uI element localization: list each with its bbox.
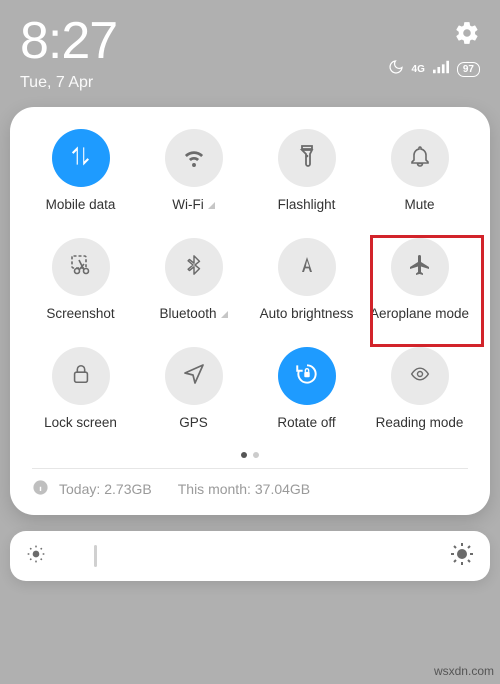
usage-today-label: Today: — [59, 481, 100, 497]
auto-brightness-icon — [295, 253, 319, 282]
brightness-thumb[interactable] — [94, 545, 97, 567]
tile-label: Rotate off — [277, 415, 335, 430]
usage-today-value: 2.73GB — [104, 481, 151, 497]
lock-icon — [70, 362, 92, 391]
tile-gps[interactable]: GPS — [137, 347, 250, 430]
tile-label: Flashlight — [278, 197, 336, 212]
signal-bars-icon — [433, 60, 449, 79]
usage-month-label: This month: — [178, 481, 251, 497]
tile-label: Lock screen — [44, 415, 117, 430]
usage-month-value: 37.04GB — [255, 481, 310, 497]
expand-triangle-icon — [208, 202, 215, 209]
tile-label: Mobile data — [46, 197, 116, 212]
tile-mute[interactable]: Mute — [363, 129, 476, 212]
quick-tiles-grid: Mobile data Wi-Fi Flashlight Mute Screen… — [10, 129, 490, 430]
page-dots — [10, 452, 490, 458]
bell-mute-icon — [408, 144, 432, 173]
bluetooth-icon — [183, 252, 205, 283]
tile-screenshot[interactable]: Screenshot — [24, 238, 137, 321]
data-usage-row[interactable]: Today: 2.73GB This month: 37.04GB — [10, 469, 490, 501]
flashlight-icon — [295, 143, 319, 174]
gps-arrow-icon — [182, 362, 206, 391]
mobile-data-icon — [68, 143, 94, 174]
tile-label: Reading mode — [376, 415, 464, 430]
tile-label: Mute — [404, 197, 434, 212]
tile-lock-screen[interactable]: Lock screen — [24, 347, 137, 430]
tile-label: GPS — [179, 415, 208, 430]
tile-mobile-data[interactable]: Mobile data — [24, 129, 137, 212]
rotate-lock-icon — [294, 361, 320, 392]
dnd-moon-icon — [388, 59, 404, 80]
brightness-high-icon — [450, 542, 474, 571]
tile-label: Aeroplane mode — [370, 306, 469, 321]
tile-reading-mode[interactable]: Reading mode — [363, 347, 476, 430]
dot — [253, 452, 259, 458]
battery-pill: 97 — [457, 62, 480, 77]
tile-aeroplane-mode[interactable]: Aeroplane mode — [363, 238, 476, 321]
screenshot-icon — [68, 253, 94, 282]
tile-bluetooth[interactable]: Bluetooth — [137, 238, 250, 321]
eye-icon — [407, 364, 433, 389]
status-icons: 4G 97 — [388, 20, 480, 80]
tile-auto-brightness[interactable]: Auto brightness — [250, 238, 363, 321]
info-icon — [32, 479, 49, 499]
clock-date: Tue, 7 Apr — [20, 75, 117, 92]
tile-label: Bluetooth — [159, 306, 227, 321]
time-block: 8:27 Tue, 7 Apr — [20, 14, 117, 91]
quick-settings-panel: Mobile data Wi-Fi Flashlight Mute Screen… — [10, 107, 490, 515]
expand-triangle-icon — [221, 311, 228, 318]
clock-time: 8:27 — [20, 14, 117, 69]
tile-wifi[interactable]: Wi-Fi — [137, 129, 250, 212]
network-type: 4G — [412, 65, 425, 74]
airplane-icon — [408, 253, 432, 282]
status-bar: 8:27 Tue, 7 Apr 4G 97 — [0, 0, 500, 99]
tile-flashlight[interactable]: Flashlight — [250, 129, 363, 212]
tile-rotate-off[interactable]: Rotate off — [250, 347, 363, 430]
watermark: wsxdn.com — [434, 664, 494, 678]
wifi-icon — [181, 143, 207, 174]
brightness-slider[interactable] — [10, 531, 490, 581]
brightness-low-icon — [26, 544, 46, 569]
settings-gear-icon[interactable] — [454, 20, 480, 51]
tile-label: Auto brightness — [260, 306, 354, 321]
dot-active — [241, 452, 247, 458]
tile-label: Screenshot — [46, 306, 114, 321]
tile-label: Wi-Fi — [172, 197, 214, 212]
